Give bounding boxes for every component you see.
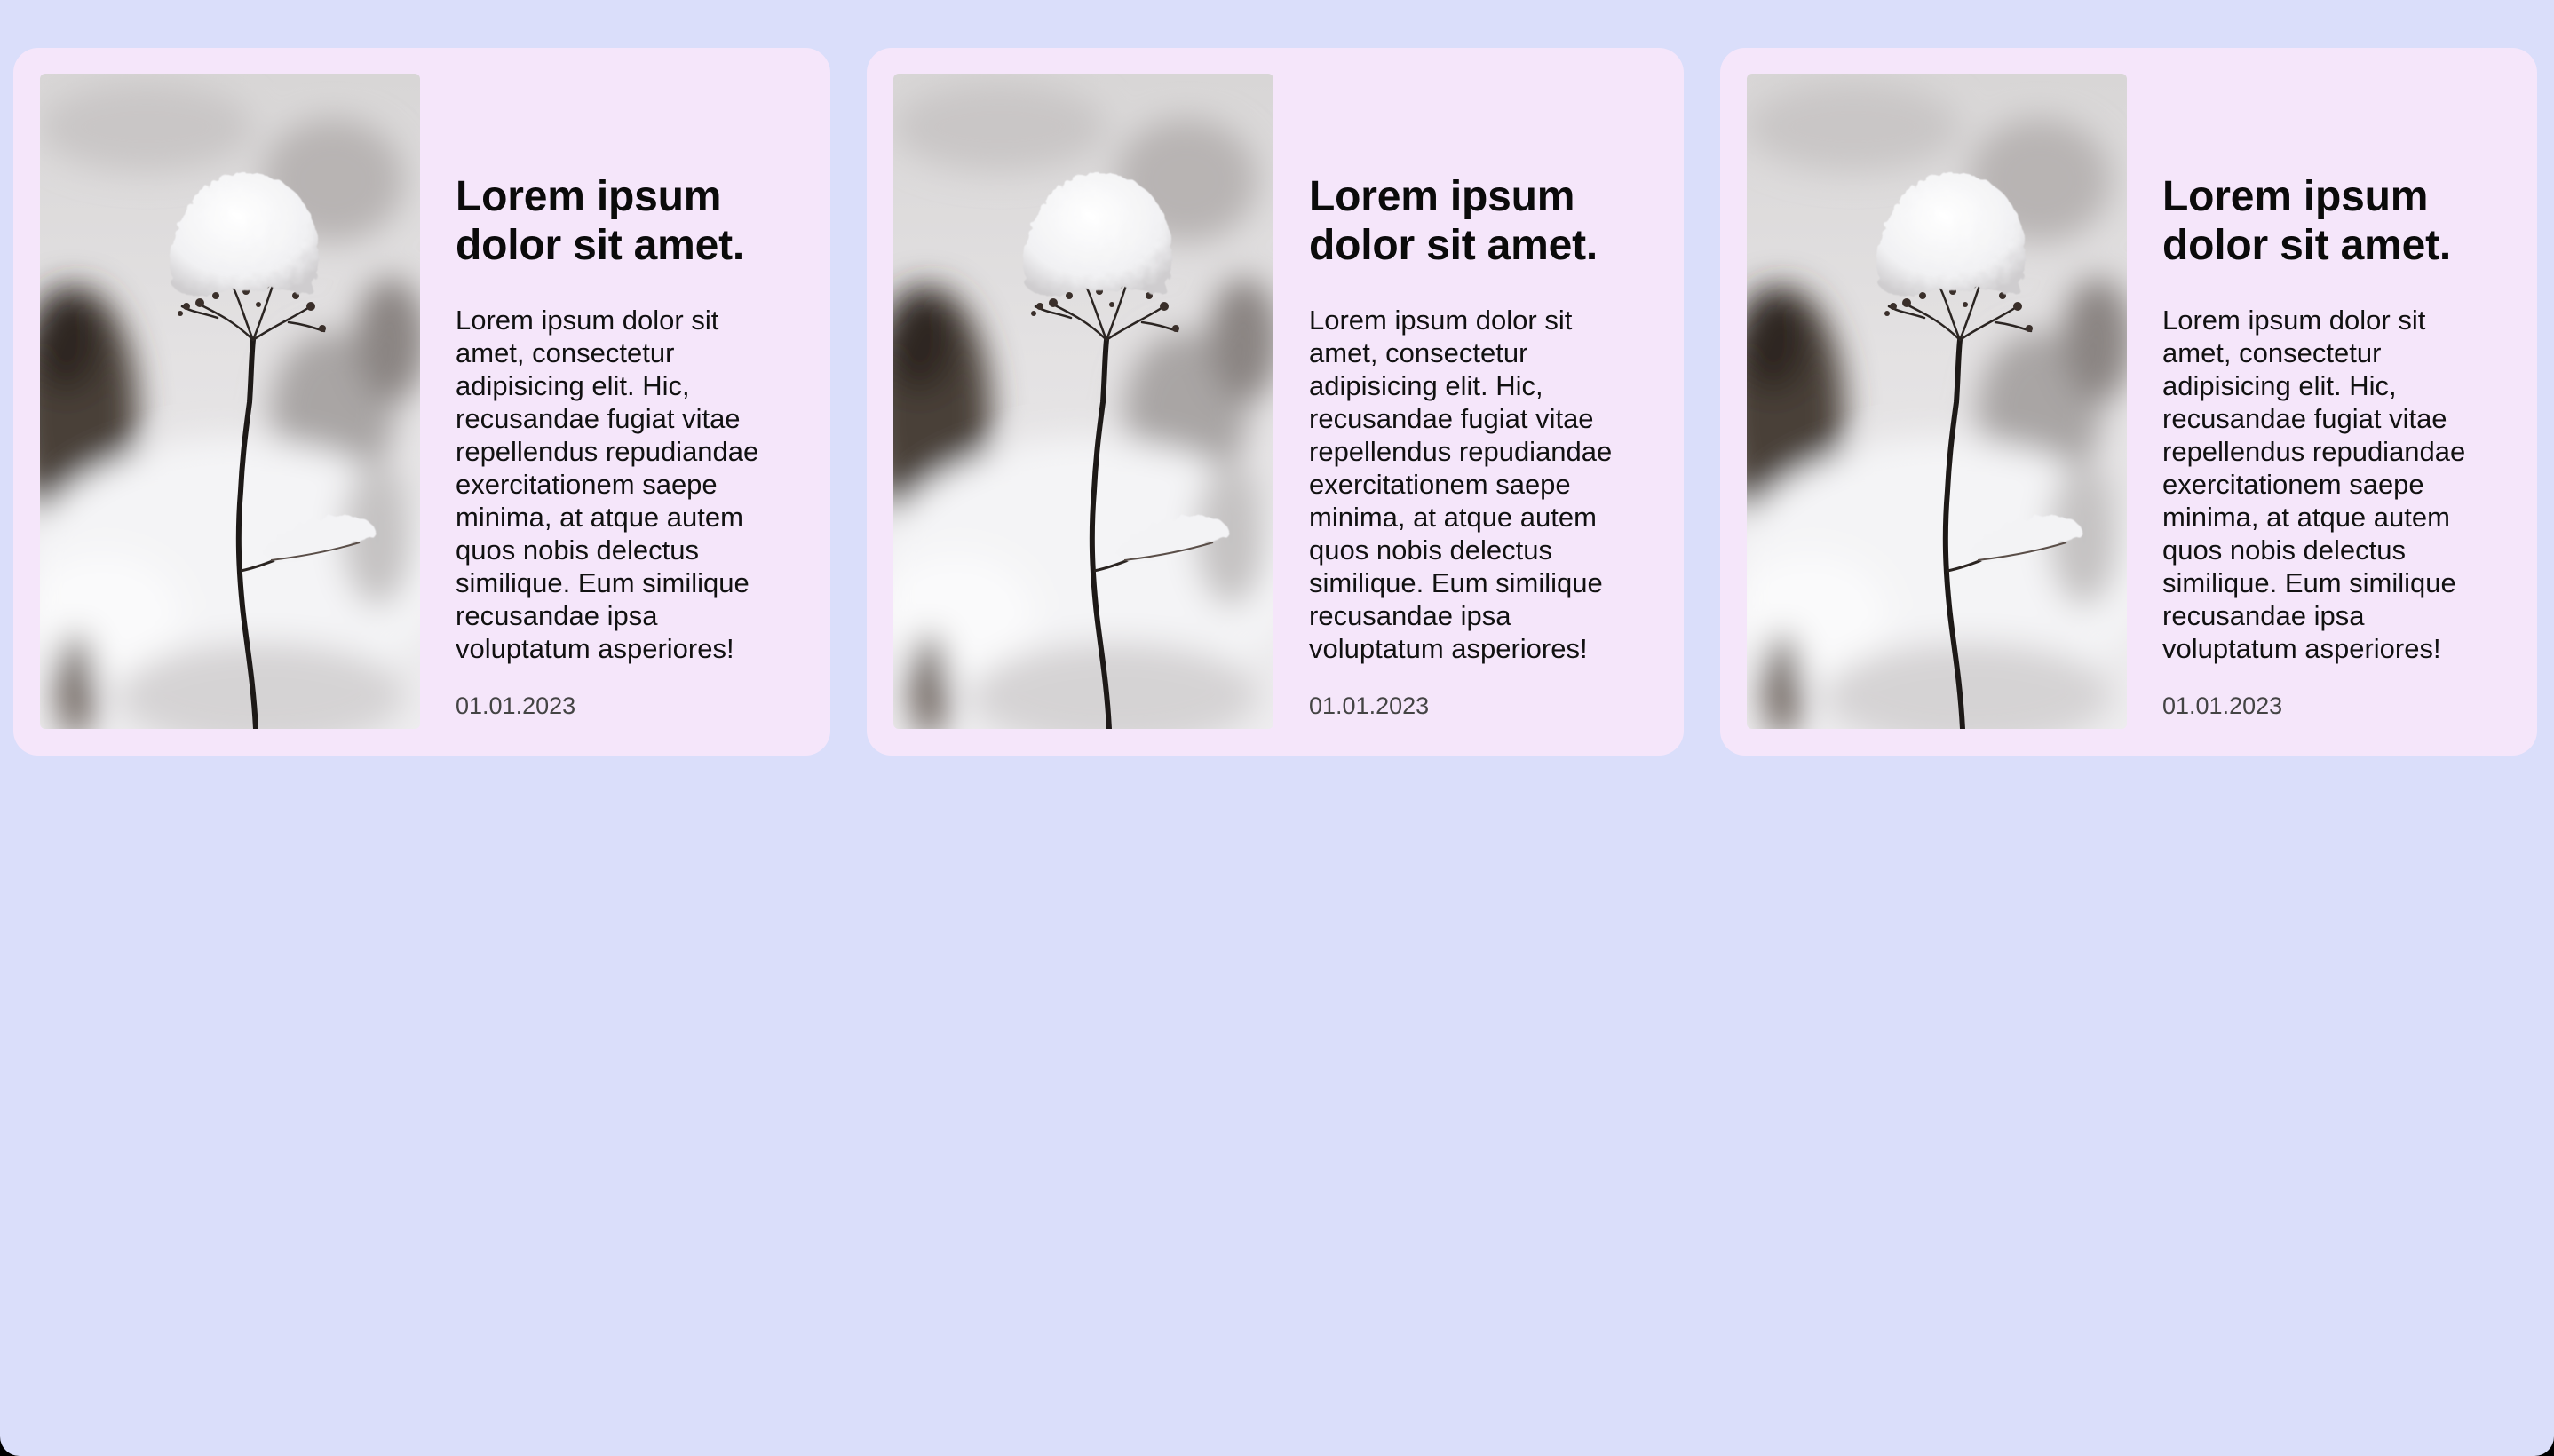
snow-covered-plant-image <box>40 74 420 729</box>
card-date: 01.01.2023 <box>1309 692 1430 719</box>
snow-covered-plant-photo <box>40 74 420 729</box>
card: Lorem ipsum dolor sit amet. Lorem ipsum … <box>1720 48 2537 756</box>
card: Lorem ipsum dolor sit amet. Lorem ipsum … <box>867 48 1684 756</box>
card-date: 01.01.2023 <box>2162 692 2283 719</box>
card-text: Lorem ipsum dolor sit amet, consectetur … <box>456 305 759 664</box>
card-text: Lorem ipsum dolor sit amet, consectetur … <box>2162 305 2466 664</box>
card-list: Lorem ipsum dolor sit amet. Lorem ipsum … <box>13 48 2537 756</box>
card: Lorem ipsum dolor sit amet. Lorem ipsum … <box>13 48 830 756</box>
snow-covered-plant-photo <box>1747 74 2127 729</box>
snow-covered-plant-image <box>1747 74 2127 729</box>
card-content: Lorem ipsum dolor sit amet. Lorem ipsum … <box>1309 172 1639 720</box>
card-date: 01.01.2023 <box>456 692 576 719</box>
card-content: Lorem ipsum dolor sit amet. Lorem ipsum … <box>456 172 786 720</box>
snow-covered-plant-image <box>893 74 1273 729</box>
card-title: Lorem ipsum dolor sit amet. <box>456 173 745 269</box>
card-text: Lorem ipsum dolor sit amet, consectetur … <box>1309 305 1613 664</box>
snow-covered-plant-photo <box>893 74 1273 729</box>
card-title: Lorem ipsum dolor sit amet. <box>1309 173 1598 269</box>
card-title: Lorem ipsum dolor sit amet. <box>2162 173 2452 269</box>
page-background: Lorem ipsum dolor sit amet. Lorem ipsum … <box>0 0 2554 1456</box>
card-content: Lorem ipsum dolor sit amet. Lorem ipsum … <box>2162 172 2493 720</box>
